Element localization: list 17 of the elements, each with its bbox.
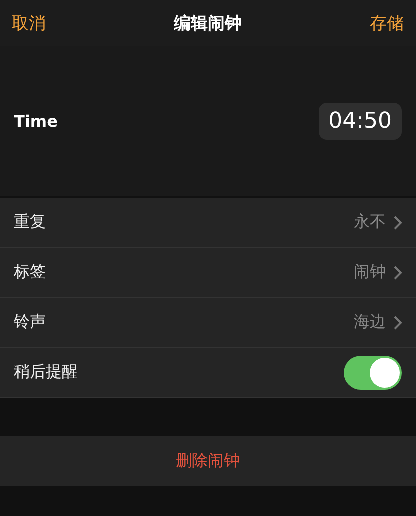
time-picker[interactable]: 04:50 (318, 102, 402, 140)
row-label: 重复 (14, 212, 46, 233)
chevron-icon (394, 216, 402, 230)
chevron-icon (394, 316, 402, 330)
row-label: 标签 (14, 262, 46, 283)
cancel-button[interactable]: 取消 (12, 12, 46, 34)
row-label: 稍后提醒 (14, 362, 78, 383)
save-button[interactable]: 存储 (370, 12, 404, 34)
row-value[interactable]: 永不 (354, 212, 386, 233)
row-value[interactable]: 闹钟 (354, 262, 386, 283)
chevron-icon (394, 266, 402, 280)
row-label: 铃声 (14, 312, 46, 333)
row-value[interactable]: 海边 (354, 312, 386, 333)
screen-title: 编辑闹钟 (174, 12, 242, 34)
toggle-switch[interactable] (344, 356, 402, 390)
time-label: Time (14, 112, 58, 130)
delete-button[interactable]: 删除闹钟 (170, 450, 246, 472)
